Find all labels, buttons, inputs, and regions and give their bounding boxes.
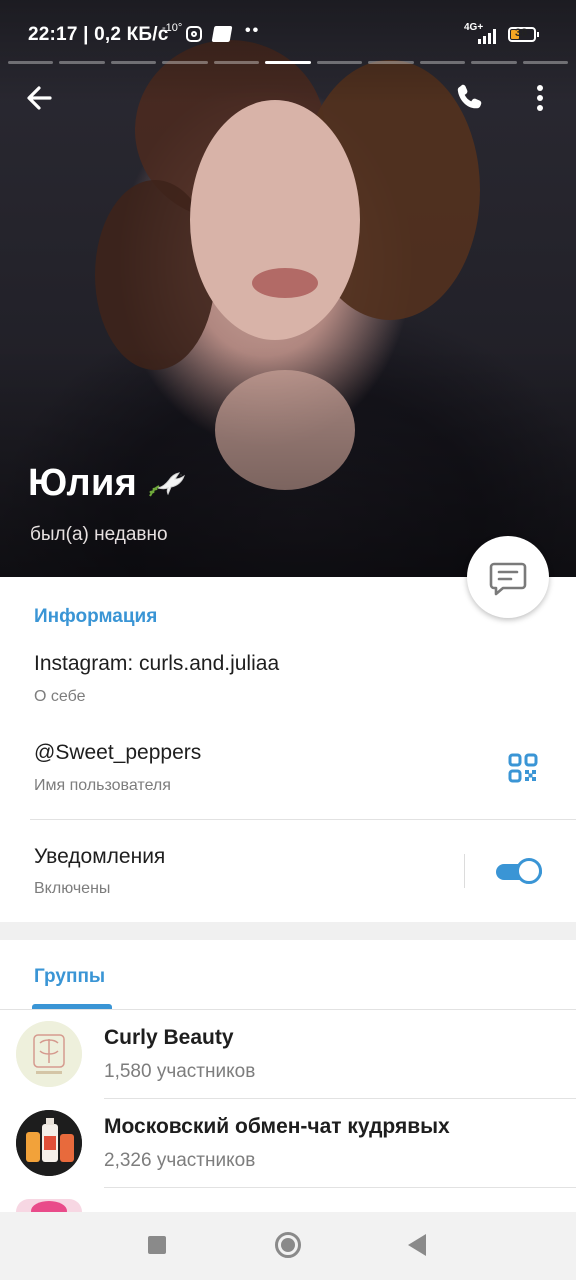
bio-value[interactable]: Instagram: curls.and.juliaa (34, 652, 279, 676)
recent-apps-button[interactable] (148, 1236, 166, 1254)
username-label: Имя пользователя (34, 777, 171, 794)
section-gap (0, 922, 576, 940)
home-button[interactable] (275, 1232, 301, 1258)
bio-label: О себе (34, 688, 86, 705)
more-notifications-icon: •• (245, 22, 261, 39)
back-arrow-icon[interactable] (22, 80, 58, 116)
story-segment (368, 61, 414, 64)
story-progress (8, 61, 568, 64)
status-bar: 22:17 | 0,2 КБ/с -10° •• 4G+ 38 (0, 0, 576, 60)
more-vertical-icon[interactable] (526, 80, 554, 116)
notifications-toggle[interactable] (494, 856, 546, 886)
phone-icon[interactable] (452, 80, 488, 116)
system-back-button[interactable] (408, 1234, 426, 1256)
tab-groups[interactable]: Группы (34, 966, 105, 988)
story-segment (8, 61, 54, 64)
info-section-title: Информация (34, 606, 158, 627)
qr-code-icon[interactable] (507, 752, 539, 784)
story-segment (162, 61, 208, 64)
group-avatar (16, 1021, 82, 1087)
signal-icon (478, 28, 500, 44)
status-time: 22:17 | 0,2 КБ/с (28, 24, 169, 45)
divider (0, 1009, 576, 1010)
profile-name: Юлия (28, 462, 138, 504)
story-segment (213, 61, 260, 64)
story-segment (59, 61, 105, 64)
last-seen-status: был(а) недавно (30, 524, 168, 545)
divider (30, 819, 576, 820)
story-segment (471, 61, 517, 64)
story-segment (419, 61, 466, 64)
notifications-label[interactable]: Уведомления (34, 845, 165, 869)
group-avatar (16, 1199, 82, 1212)
group-name: Московский обмен-чат кудрявых (104, 1115, 450, 1138)
battery-level: 38 (515, 27, 528, 39)
notifications-state: Включены (34, 880, 111, 897)
battery-icon: 38 (508, 27, 539, 42)
divider (104, 1187, 576, 1188)
book-icon (211, 26, 233, 42)
story-segment (316, 61, 363, 64)
story-segment (522, 61, 568, 64)
group-members: 2,326 участников (104, 1150, 256, 1171)
message-icon (489, 562, 527, 596)
group-members: 1,580 участников (104, 1061, 256, 1082)
divider (464, 854, 465, 888)
group-avatar (16, 1110, 82, 1176)
send-message-button[interactable] (467, 536, 549, 618)
group-name: Curly Beauty (104, 1026, 234, 1049)
username-value[interactable]: @Sweet_peppers (34, 741, 201, 765)
instagram-icon (186, 26, 202, 42)
status-temperature: -10° (162, 22, 183, 34)
story-segment (265, 61, 311, 64)
dove-emoji-icon (149, 472, 185, 497)
divider (104, 1098, 576, 1099)
story-segment (110, 61, 157, 64)
